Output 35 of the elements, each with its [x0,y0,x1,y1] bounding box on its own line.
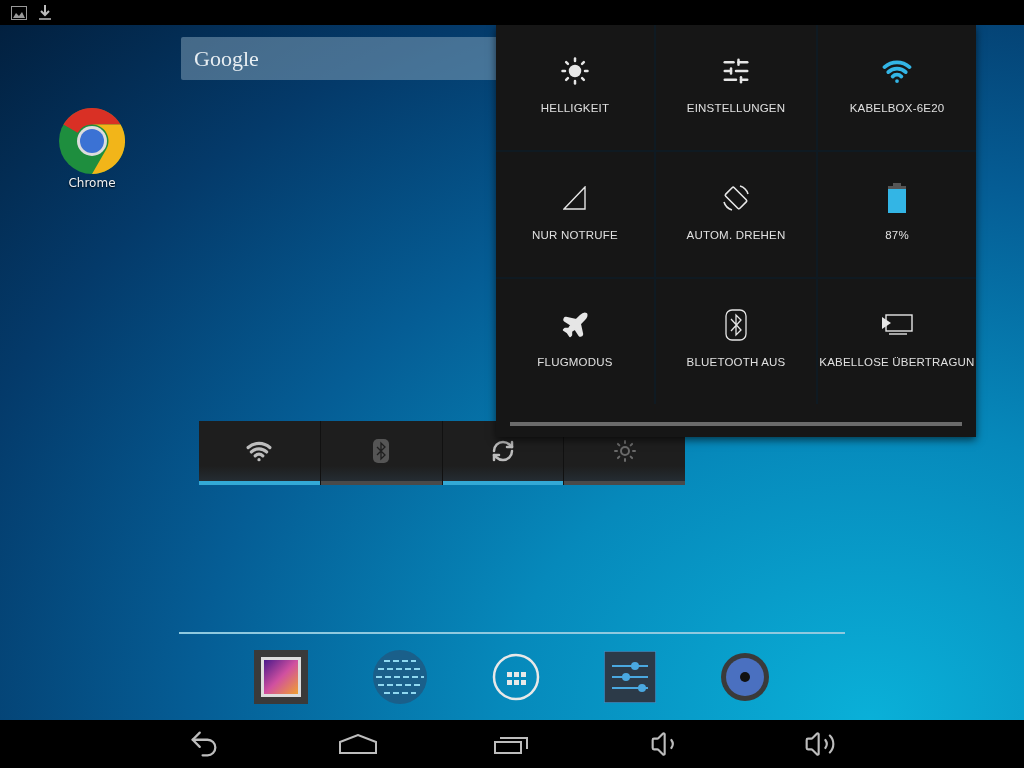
signal-icon [563,185,587,210]
toggle-indicator[interactable] [442,481,564,485]
toggle-indicator[interactable] [320,481,442,485]
picture-icon [11,5,27,20]
quick-settings-tile[interactable]: NUR NOTRUFE [496,152,654,277]
screen-cast-icon [881,312,913,337]
quick-settings-tile[interactable]: FLUGMODUS [496,279,654,404]
brightness-icon [612,439,637,463]
rotate-icon [722,183,750,212]
speaker-icon[interactable] [720,652,770,702]
quick-settings-tile[interactable]: 87% [818,152,976,277]
toggle-indicator[interactable] [199,481,320,485]
quick-settings-tile[interactable]: EINSTELLUNGEN [656,25,816,150]
app-icon-label[interactable]: Chrome [68,176,116,190]
toggle-indicator[interactable] [564,481,685,485]
sync-icon [490,439,515,463]
recents-icon [494,734,530,754]
download-icon [39,5,51,20]
quick-settings-tile[interactable]: KABELBOX-6E20 [818,25,976,150]
home-icon [339,734,377,754]
chrome-icon[interactable] [59,108,125,174]
google-search-bar[interactable]: Google [181,37,496,80]
apps-icon[interactable] [492,653,540,701]
quick-settings-tile[interactable]: KABELLOSE ÜBERTRAGUN [818,279,976,404]
bluetooth-icon [373,439,390,463]
quick-settings-tile[interactable]: BLUETOOTH AUS [656,279,816,404]
settings-icon[interactable] [604,651,656,703]
bluetooth-icon [725,308,747,341]
globe-icon[interactable] [372,649,428,705]
quick-settings-tile[interactable]: AUTOM. DREHEN [656,152,816,277]
gallery-icon[interactable] [254,650,308,704]
drag-handle[interactable] [510,421,962,426]
quick-settings-tile[interactable]: HELLIGKEIT [496,25,654,150]
brightness-icon [560,55,590,86]
battery-icon [887,182,907,213]
